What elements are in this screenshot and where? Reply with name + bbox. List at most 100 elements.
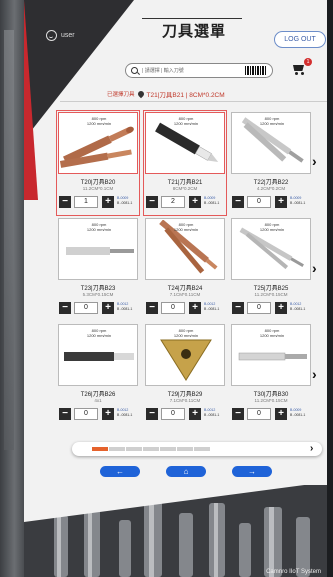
decrement-button[interactable]: −: [146, 196, 158, 208]
tool-feed: 1200 mm/min: [259, 333, 285, 338]
stock-location: B -0081-1: [290, 412, 306, 417]
footer-brand: Camnro IIoT System: [266, 569, 321, 575]
increment-button[interactable]: +: [102, 408, 114, 420]
quantity-field[interactable]: 0: [161, 302, 185, 314]
search-input[interactable]: | 請選擇 | 輸入刀號: [142, 67, 245, 74]
quantity-stepper: −2 + B-0009 B -0081-1: [145, 196, 225, 208]
decrement-button[interactable]: −: [59, 302, 71, 314]
cart-badge: 1: [304, 58, 312, 66]
stock-location: B -0081-1: [117, 412, 133, 417]
decrement-button[interactable]: −: [232, 302, 244, 314]
pin-icon: [138, 91, 144, 98]
stock-location: B -0081-1: [204, 412, 220, 417]
decrement-button[interactable]: −: [146, 302, 158, 314]
tool-image[interactable]: 800 rpm 1200 mm/min: [58, 324, 138, 386]
user-menu[interactable]: user: [46, 30, 75, 41]
pagination-page-indicator[interactable]: [92, 447, 108, 451]
logout-button[interactable]: LOG OUT: [274, 31, 326, 48]
pagination-page-indicator[interactable]: [160, 447, 176, 451]
tool-image[interactable]: 800 rpm 1200 mm/min: [58, 218, 138, 280]
quantity-field[interactable]: 2: [161, 196, 185, 208]
divider: [60, 101, 327, 102]
tool-image[interactable]: 800 rpm 1200 mm/min: [145, 324, 225, 386]
tool-feed: 1200 mm/min: [86, 227, 112, 232]
forward-button[interactable]: →: [232, 466, 272, 477]
tool-card[interactable]: 800 rpm 1200 mm/min T23|刀具B23 5.3CM*0.15CM −…: [58, 218, 138, 322]
pagination-page-indicator[interactable]: [109, 447, 125, 451]
tool-size: 8CM*0.2CM: [172, 186, 198, 191]
stock-info: B-0012 B -0081-1: [290, 302, 312, 311]
tool-card[interactable]: 800 rpm 1200 mm/min T20|刀具B20 11.2CM*0.1CM −…: [56, 110, 140, 216]
stock-location: B -0081-1: [204, 306, 220, 311]
tool-card[interactable]: 800 rpm 1200 mm/min T30|刀具B30 11.2CM*0.15CM…: [231, 324, 311, 428]
tool-card[interactable]: 800 rpm 1200 mm/min T21|刀具B21 8CM*0.2CM −2 + B…: [143, 110, 227, 216]
tool-image[interactable]: 800 rpm 1200 mm/min: [231, 112, 311, 174]
increment-button[interactable]: +: [102, 302, 114, 314]
pagination-page-indicator[interactable]: [177, 447, 193, 451]
quantity-field[interactable]: 0: [74, 408, 98, 420]
tool-card[interactable]: 800 rpm 1200 mm/min T22|刀具B22 4.2CM*0.2CM −0…: [231, 112, 311, 216]
quantity-stepper: −0 + B-0009 B -0081-1: [231, 196, 311, 208]
bottom-decoration: [24, 482, 327, 522]
tool-feed: 1200 mm/min: [86, 333, 112, 338]
quantity-field[interactable]: 0: [247, 196, 271, 208]
stock-info: B-0012 B -0081-1: [117, 408, 139, 417]
user-label: user: [61, 32, 75, 39]
search-icon[interactable]: [131, 67, 138, 74]
decrement-button[interactable]: −: [232, 408, 244, 420]
tool-card[interactable]: 800 rpm 1200 mm/min T29|刀具B29 7.1CM*0.11CM −…: [145, 324, 225, 428]
quantity-field[interactable]: 0: [247, 302, 271, 314]
decrement-button[interactable]: −: [59, 196, 71, 208]
pagination-bar[interactable]: ›: [72, 442, 322, 456]
barcode-icon[interactable]: [245, 66, 267, 75]
tool-image[interactable]: 800 rpm 1200 mm/min: [145, 112, 225, 174]
page-title: 刀具選單: [161, 23, 226, 40]
tool-card[interactable]: 800 rpm 1200 mm/min T26|刀具B26 4x1 −0 + B-0012 B…: [58, 324, 138, 428]
row-next-arrow[interactable]: ›: [312, 154, 324, 168]
selected-label: 已選擇刀具: [107, 92, 135, 98]
quantity-field[interactable]: 0: [161, 408, 185, 420]
tool-feed: 1200 mm/min: [259, 121, 285, 126]
tool-card[interactable]: 800 rpm 1200 mm/min T24|刀具B24 7.1CM*0.11CM −…: [145, 218, 225, 322]
decrement-button[interactable]: −: [59, 408, 71, 420]
tool-feed: 1200 mm/min: [259, 227, 285, 232]
increment-button[interactable]: +: [189, 196, 201, 208]
increment-button[interactable]: +: [189, 302, 201, 314]
tool-image[interactable]: 800 rpm 1200 mm/min: [58, 112, 138, 174]
increment-button[interactable]: +: [275, 408, 287, 420]
tool-image[interactable]: 800 rpm 1200 mm/min: [145, 218, 225, 280]
pagination-page-indicator[interactable]: [194, 447, 210, 451]
quantity-field[interactable]: 1: [74, 196, 98, 208]
pagination-page-indicator[interactable]: [143, 447, 159, 451]
quantity-field[interactable]: 0: [74, 302, 98, 314]
home-button[interactable]: ⌂: [166, 466, 206, 477]
tool-name: T30|刀具B30: [253, 392, 289, 398]
tool-size: 5.3CM*0.15CM: [82, 292, 114, 297]
row-next-arrow[interactable]: ›: [312, 367, 324, 381]
pagination-page-indicator[interactable]: [126, 447, 142, 451]
tool-spec: 800 rpm 1200 mm/min: [232, 222, 310, 232]
pagination-next-button[interactable]: ›: [310, 443, 313, 455]
decrement-button[interactable]: −: [232, 196, 244, 208]
increment-button[interactable]: +: [102, 196, 114, 208]
row-next-arrow[interactable]: ›: [312, 261, 324, 275]
stock-info: B-0009 B -0081-1: [117, 196, 139, 205]
tool-image[interactable]: 800 rpm 1200 mm/min: [231, 324, 311, 386]
tool-feed: 1200 mm/min: [86, 121, 112, 126]
increment-button[interactable]: +: [189, 408, 201, 420]
right-background-strip: [327, 0, 333, 577]
decrement-button[interactable]: −: [146, 408, 158, 420]
tool-card[interactable]: 800 rpm 1200 mm/min T25|刀具B25 11.2CM*0.15CM…: [231, 218, 311, 322]
tool-feed: 1200 mm/min: [173, 333, 199, 338]
tool-name: T25|刀具B25: [253, 286, 289, 292]
back-button[interactable]: ←: [100, 466, 140, 477]
tool-size: 11.2CM*0.15CM: [254, 398, 288, 403]
quantity-field[interactable]: 0: [247, 408, 271, 420]
tool-name: T22|刀具B22: [253, 180, 289, 186]
search-bar[interactable]: | 請選擇 | 輸入刀號: [125, 63, 273, 78]
tool-image[interactable]: 800 rpm 1200 mm/min: [231, 218, 311, 280]
increment-button[interactable]: +: [275, 302, 287, 314]
increment-button[interactable]: +: [275, 196, 287, 208]
stock-info: B-0012 B -0081-1: [204, 408, 226, 417]
quantity-stepper: −0 + B-0012 B -0081-1: [145, 408, 225, 420]
